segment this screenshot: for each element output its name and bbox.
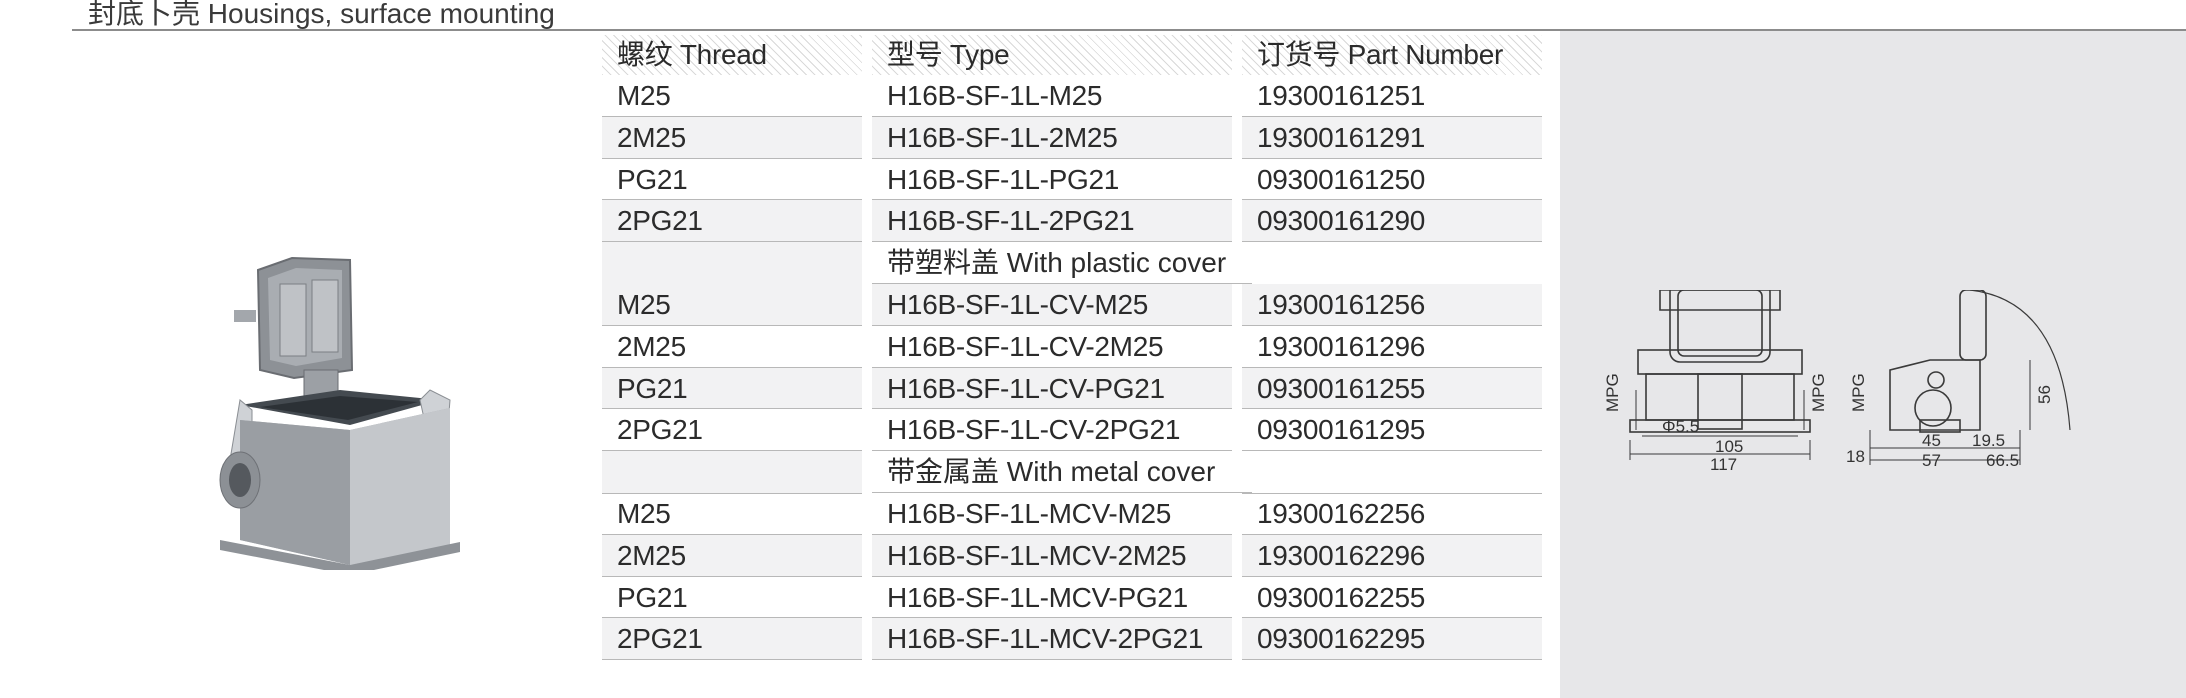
section-row-metal-cover: 带金属盖 With metal cover [602, 451, 1602, 494]
width-105-label: 105 [1715, 437, 1743, 456]
type-cell: H16B-SF-1L-CV-M25 [872, 283, 1232, 326]
thread-cell: PG21 [602, 577, 862, 619]
mpg-label-side: MPG [1849, 373, 1868, 412]
thread-cell: M25 [602, 493, 862, 535]
part-number-cell: 19300161256 [1242, 283, 1542, 326]
thread-cell: 2PG21 [602, 200, 862, 243]
table-row: 2PG21 H16B-SF-1L-CV-2PG21 09300161295 [602, 409, 1602, 452]
type-cell: H16B-SF-1L-CV-2M25 [872, 326, 1232, 368]
thread-cell: PG21 [602, 159, 862, 201]
thread-cell: 2M25 [602, 326, 862, 368]
part-table: 螺纹 Thread 型号 Type 订货号 Part Number M25 H1… [602, 35, 1602, 661]
dimension-drawing: Φ5.5 105 117 MPG MPG 18 45 57 19.5 66.5 … [1603, 290, 2071, 474]
type-cell: H16B-SF-1L-MCV-PG21 [872, 577, 1232, 619]
thread-cell: M25 [602, 75, 862, 117]
thread-cell: 2M25 [602, 116, 862, 159]
table-row: PG21 H16B-SF-1L-PG21 09300161250 [602, 159, 1602, 201]
mpg-label-left: MPG [1603, 373, 1622, 412]
col-header-thread: 螺纹 Thread [602, 35, 862, 75]
mpg-label-right: MPG [1809, 373, 1828, 412]
col-header-type: 型号 Type [872, 35, 1232, 75]
part-number-cell: 19300162296 [1242, 534, 1542, 577]
housing-product-photo [219, 256, 460, 570]
part-number-cell: 09300161290 [1242, 200, 1542, 243]
dim-18-label: 18 [1846, 447, 1865, 466]
type-cell: H16B-SF-1L-CV-2PG21 [872, 409, 1232, 452]
part-number-cell: 19300162256 [1242, 493, 1542, 535]
part-number-cell: 09300161250 [1242, 159, 1542, 201]
phi-label: Φ5.5 [1662, 417, 1699, 436]
table-row: M25 H16B-SF-1L-CV-M25 19300161256 [602, 283, 1602, 326]
type-cell: H16B-SF-1L-2PG21 [872, 200, 1232, 243]
part-number-cell: 09300162295 [1242, 618, 1542, 661]
table-row: 2M25 H16B-SF-1L-2M25 19300161291 [602, 116, 1602, 159]
part-number-cell: 09300161255 [1242, 367, 1542, 410]
dim-66-5-label: 66.5 [1986, 451, 2019, 470]
type-cell: H16B-SF-1L-CV-PG21 [872, 367, 1232, 410]
table-row: 2M25 H16B-SF-1L-MCV-2M25 19300162296 [602, 534, 1602, 577]
section-row-plastic-cover: 带塑料盖 With plastic cover [602, 242, 1602, 285]
type-cell: H16B-SF-1L-MCV-M25 [872, 493, 1232, 535]
table-row: M25 H16B-SF-1L-M25 19300161251 [602, 75, 1602, 117]
thread-cell: PG21 [602, 367, 862, 410]
thread-cell: M25 [602, 283, 862, 326]
dim-56-label: 56 [2035, 385, 2054, 404]
table-row: 2PG21 H16B-SF-1L-MCV-2PG21 09300162295 [602, 618, 1602, 661]
dim-57-label: 57 [1922, 451, 1941, 470]
section-label-metal: 带金属盖 With metal cover [872, 451, 1252, 493]
section-label-plastic: 带塑料盖 With plastic cover [872, 242, 1252, 284]
table-row: 2M25 H16B-SF-1L-CV-2M25 19300161296 [602, 326, 1602, 368]
dim-45-label: 45 [1922, 431, 1941, 450]
part-number-cell: 09300162255 [1242, 577, 1542, 619]
part-number-cell: 19300161296 [1242, 326, 1542, 368]
thread-cell: 2PG21 [602, 409, 862, 452]
table-header-row: 螺纹 Thread 型号 Type 订货号 Part Number [602, 35, 1602, 75]
type-cell: H16B-SF-1L-PG21 [872, 159, 1232, 201]
type-cell: H16B-SF-1L-MCV-2M25 [872, 534, 1232, 577]
section-title: 封底卜壳 Housings, surface mounting [88, 0, 555, 29]
part-number-cell: 19300161251 [1242, 75, 1542, 117]
front-view: Φ5.5 105 117 MPG MPG [1603, 290, 1828, 474]
thread-cell: 2M25 [602, 534, 862, 577]
dim-19-5-label: 19.5 [1972, 431, 2005, 450]
table-row: M25 H16B-SF-1L-MCV-M25 19300162256 [602, 493, 1602, 535]
type-cell: H16B-SF-1L-M25 [872, 75, 1232, 117]
side-view: 18 45 57 19.5 66.5 56 MPG [1846, 290, 2071, 470]
table-row: PG21 H16B-SF-1L-CV-PG21 09300161255 [602, 367, 1602, 410]
thread-cell: 2PG21 [602, 618, 862, 661]
part-number-cell: 19300161291 [1242, 116, 1542, 159]
type-cell: H16B-SF-1L-2M25 [872, 116, 1232, 159]
part-number-cell: 09300161295 [1242, 409, 1542, 452]
table-row: PG21 H16B-SF-1L-MCV-PG21 09300162255 [602, 577, 1602, 619]
col-header-part-number: 订货号 Part Number [1242, 35, 1542, 75]
table-row: 2PG21 H16B-SF-1L-2PG21 09300161290 [602, 200, 1602, 243]
width-117-label: 117 [1710, 455, 1737, 474]
type-cell: H16B-SF-1L-MCV-2PG21 [872, 618, 1232, 661]
